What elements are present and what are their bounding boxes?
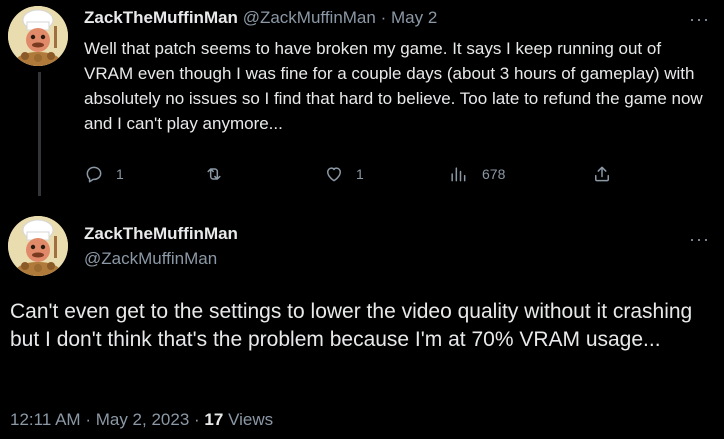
tweet-text: Well that patch seems to have broken my … [84,39,703,133]
like-icon [327,167,341,182]
tweet-header: ZackTheMuffinMan @ZackMuffinMan · May 2 [84,8,437,28]
views-count: 17 [204,410,224,429]
handle[interactable]: @ZackMuffinMan [243,8,376,27]
reply-count: 1 [116,166,124,182]
thread-line [38,72,41,196]
avatar[interactable] [8,6,68,66]
separator: · [194,410,200,429]
retweet-icon [207,168,221,180]
views-label: Views [228,410,274,429]
chef-avatar-icon [8,6,68,66]
avatar[interactable] [8,216,68,276]
share-icon [595,166,609,182]
retweet-button[interactable] [204,164,224,184]
tweet-time[interactable]: 12:11 AM [10,410,81,429]
like-count: 1 [356,166,364,182]
separator: · [380,8,387,27]
chef-avatar-icon [8,216,68,276]
display-name[interactable]: ZackTheMuffinMan [84,8,238,27]
handle[interactable]: @ZackMuffinMan [84,249,217,269]
share-button[interactable] [592,164,612,184]
views-icon [451,167,466,182]
tweet-meta: 12:11 AM · May 2, 2023 · 17 Views [10,410,273,430]
tweet-1[interactable]: ZackTheMuffinMan @ZackMuffinMan · May 2 … [0,0,724,196]
separator: · [85,410,91,429]
tweet-date[interactable]: May 2, 2023 [96,410,190,429]
tweet-2[interactable]: ZackTheMuffinMan @ZackMuffinMan ··· Can'… [0,200,724,439]
like-button[interactable]: 1 [324,164,364,184]
views-button[interactable]: 678 [448,164,505,184]
display-name[interactable]: ZackTheMuffinMan [84,224,238,244]
tweet-text: Can't even get to the settings to lower … [10,300,693,351]
more-options-button[interactable]: ··· [689,230,710,248]
more-options-button[interactable]: ··· [689,10,710,28]
reply-icon [86,166,102,183]
tweet-actions: 1 1 678 [84,164,644,188]
reply-button[interactable]: 1 [84,164,124,184]
views-count: 678 [482,166,506,182]
tweet-date[interactable]: May 2 [391,8,437,27]
